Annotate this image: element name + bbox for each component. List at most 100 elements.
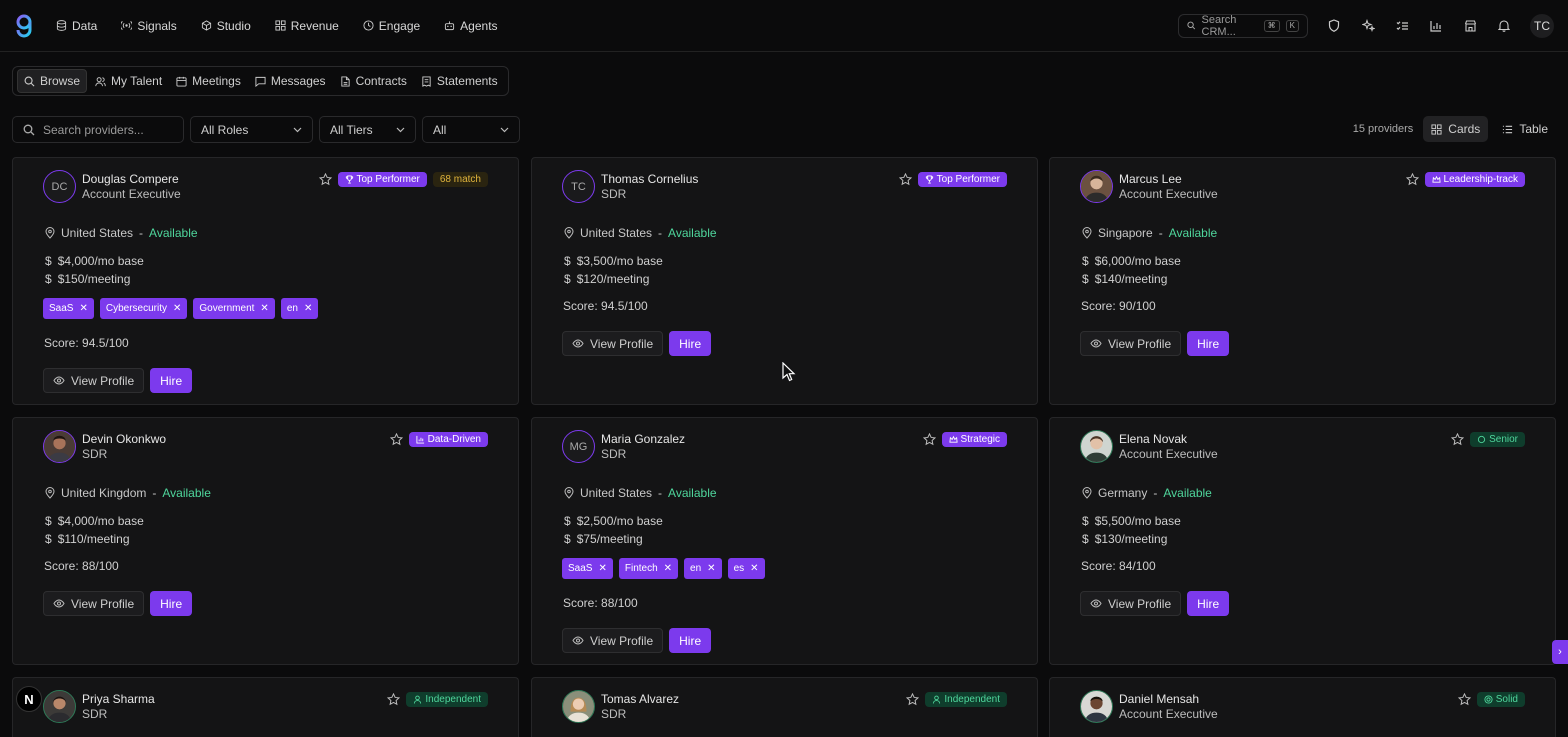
tag-chip[interactable]: SaaS ✕ [43,298,94,319]
nav-engage[interactable]: Engage [363,19,420,33]
close-icon[interactable]: ✕ [260,303,268,314]
message-icon [255,76,266,87]
star-icon[interactable] [318,173,332,186]
provider-search-input[interactable]: Search providers... [12,116,184,143]
nav-agents[interactable]: Agents [444,19,498,33]
view-profile-button[interactable]: View Profile [43,368,145,393]
tier-badge: Top Performer [337,172,427,187]
tier-badge-label: Solid [1495,694,1518,705]
bar-chart-icon[interactable] [1428,18,1444,34]
card-header: Priya Sharma SDR [43,690,155,723]
tab-my-talent[interactable]: My Talent [89,70,168,92]
hire-button[interactable]: Hire [669,628,712,653]
star-icon[interactable] [906,693,920,706]
tab-label: My Talent [111,74,163,88]
avatar [562,690,595,723]
table-view-button[interactable]: Table [1494,116,1556,142]
hire-button[interactable]: Hire [1187,331,1230,356]
close-icon[interactable]: ✕ [598,563,606,574]
crm-search[interactable]: Search CRM... ⌘ K [1178,13,1308,38]
card-header: TC Thomas Cornelius SDR [562,170,698,203]
side-panel-toggle[interactable]: › [1552,640,1568,664]
star-icon[interactable] [1457,693,1471,706]
provider-name[interactable]: Maria Gonzalez [601,432,685,447]
database-icon [56,20,67,31]
map-pin-icon [1082,487,1092,499]
provider-card: Daniel Mensah Account Executive Solid [1049,677,1556,737]
nav-signals[interactable]: Signals [121,19,177,33]
view-profile-button[interactable]: View Profile [1080,331,1182,356]
provider-name[interactable]: Daniel Mensah [1119,692,1218,707]
checklist-icon[interactable] [1394,18,1410,34]
tab-messages[interactable]: Messages [249,70,332,92]
meeting-price-row: $ $75/meeting [564,532,643,546]
close-icon[interactable]: ✕ [79,303,87,314]
provider-name[interactable]: Elena Novak [1119,432,1218,447]
store-icon[interactable] [1462,18,1478,34]
star-icon[interactable] [1451,433,1465,446]
roles-select[interactable]: All Roles [190,116,313,143]
close-icon[interactable]: ✕ [664,563,672,574]
hire-button[interactable]: Hire [150,368,193,393]
meeting-price: $120/meeting [576,272,650,286]
location-row: United States - Available [564,226,717,240]
provider-card: Elena Novak Account Executive Senior Germ… [1049,417,1556,665]
view-profile-button[interactable]: View Profile [1080,591,1182,616]
tag-chip[interactable]: en ✕ [280,298,319,319]
tab-contracts[interactable]: Contracts [334,70,413,92]
signal-icon [121,21,133,30]
cards-view-button[interactable]: Cards [1423,116,1489,142]
tag-chip[interactable]: Fintech ✕ [618,558,679,579]
tiers-select-value: All Tiers [330,122,373,137]
card-actions: View Profile Hire [1080,591,1230,616]
availability-select[interactable]: All [422,116,520,143]
receipt-icon [422,75,431,87]
provider-role: SDR [601,706,627,721]
tag-chip[interactable]: Cybersecurity ✕ [99,298,188,319]
location: Germany [1098,486,1148,500]
close-icon[interactable]: ✕ [707,563,715,574]
provider-name[interactable]: Tomas Alvarez [601,692,679,707]
provider-name[interactable]: Thomas Cornelius [601,172,698,187]
star-icon[interactable] [387,693,401,706]
tiers-select[interactable]: All Tiers [319,116,416,143]
provider-name[interactable]: Douglas Compere [82,172,181,187]
user-avatar[interactable]: TC [1530,13,1554,38]
view-profile-button[interactable]: View Profile [562,331,664,356]
provider-name[interactable]: Priya Sharma [82,692,155,707]
tag-chip[interactable]: en ✕ [684,558,722,579]
close-icon[interactable]: ✕ [304,303,312,314]
sparkles-icon[interactable] [1360,18,1376,34]
star-icon[interactable] [898,173,912,186]
tab-statements[interactable]: Statements [415,70,504,92]
tag-label: en [690,563,702,574]
star-icon[interactable] [389,433,403,446]
view-profile-button[interactable]: View Profile [562,628,664,653]
tag-label: Fintech [624,563,658,574]
hire-button[interactable]: Hire [150,591,193,616]
tab-meetings[interactable]: Meetings [170,70,247,92]
hire-button[interactable]: Hire [669,331,712,356]
tag-chip[interactable]: Government ✕ [193,298,275,319]
hire-button[interactable]: Hire [1187,591,1230,616]
close-icon[interactable]: ✕ [750,563,758,574]
close-icon[interactable]: ✕ [173,303,181,314]
tab-label: Meetings [192,74,241,88]
nav-revenue[interactable]: Revenue [275,19,339,33]
tag-chip[interactable]: SaaS ✕ [562,558,613,579]
provider-name[interactable]: Devin Okonkwo [82,432,166,447]
app-logo[interactable] [14,13,34,39]
bell-icon[interactable] [1496,18,1512,34]
tab-label: Statements [436,74,498,88]
nav-data[interactable]: Data [56,19,97,33]
star-icon[interactable] [922,433,936,446]
shield-icon[interactable] [1326,18,1342,34]
provider-name[interactable]: Marcus Lee [1119,172,1218,187]
star-icon[interactable] [1405,173,1419,186]
tab-browse[interactable]: Browse [17,69,88,93]
nav-studio[interactable]: Studio [201,19,251,33]
dev-tools-badge[interactable]: N [16,686,42,712]
tag-chip[interactable]: es ✕ [727,558,765,579]
tag-label: SaaS [49,303,74,314]
view-profile-button[interactable]: View Profile [43,591,145,616]
